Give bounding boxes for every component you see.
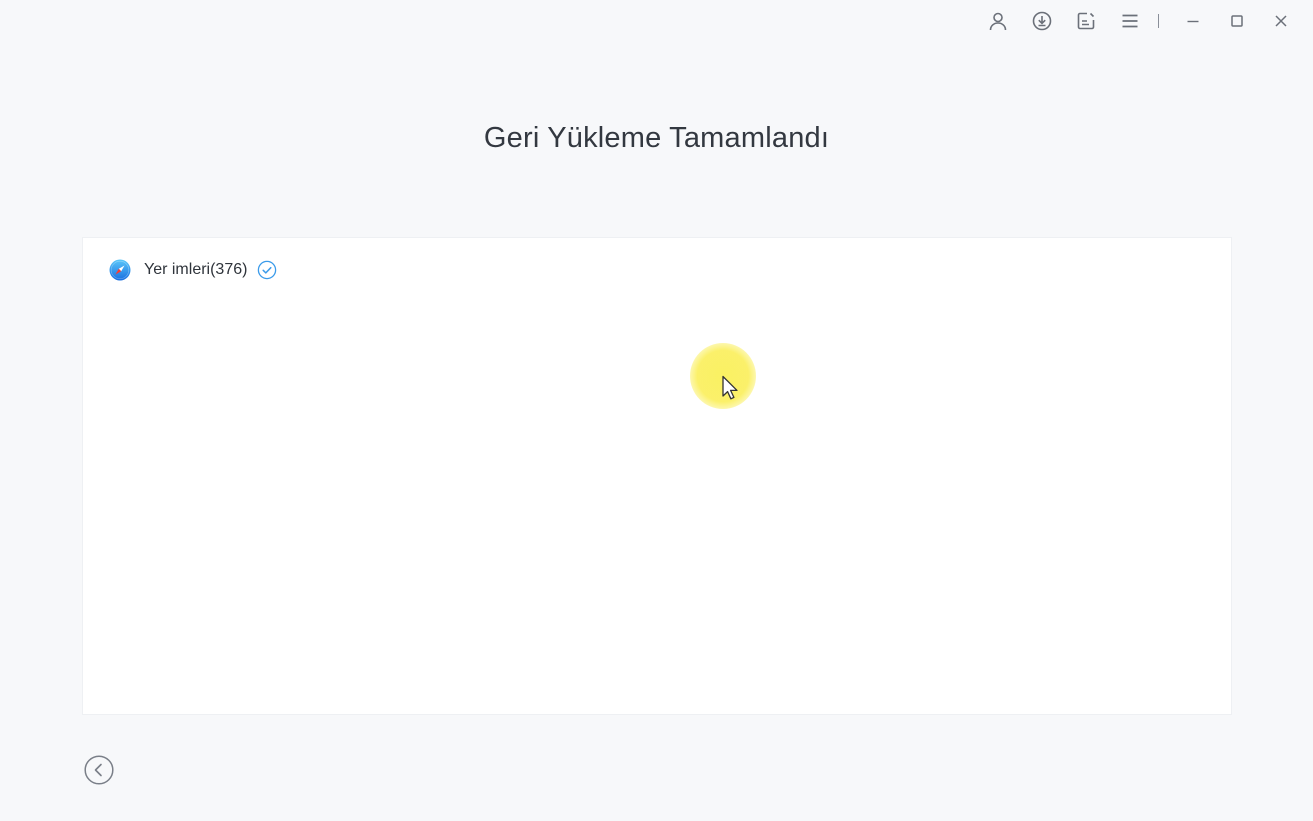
feedback-button[interactable] [1064, 0, 1108, 42]
feedback-icon [1077, 12, 1095, 30]
close-button[interactable] [1259, 0, 1303, 42]
maximize-icon [1231, 15, 1243, 27]
safari-compass-icon [109, 259, 131, 281]
maximize-button[interactable] [1215, 0, 1259, 42]
minimize-button[interactable] [1171, 0, 1215, 42]
minimize-icon [1187, 20, 1199, 23]
menu-button[interactable] [1108, 0, 1152, 42]
menu-icon [1122, 14, 1138, 28]
download-icon [1032, 11, 1052, 31]
mouse-pointer-icon [722, 375, 738, 400]
user-icon [989, 12, 1007, 31]
app-window: Geri Yükleme Tamamlandı Yer imleri(376) [0, 0, 1313, 821]
close-icon [1275, 15, 1287, 27]
page-title: Geri Yükleme Tamamlandı [483, 122, 830, 154]
back-button[interactable] [84, 755, 114, 785]
bookmarks-label: Yer imleri(376) [144, 261, 248, 278]
results-panel: Yer imleri(376) [82, 237, 1232, 715]
account-button[interactable] [976, 0, 1020, 42]
download-button[interactable] [1020, 0, 1064, 42]
check-circle-icon [258, 260, 277, 280]
back-arrow-icon [84, 755, 114, 785]
list-item: Yer imleri(376) [109, 259, 277, 281]
titlebar-separator [1158, 14, 1159, 28]
titlebar [976, 0, 1313, 42]
